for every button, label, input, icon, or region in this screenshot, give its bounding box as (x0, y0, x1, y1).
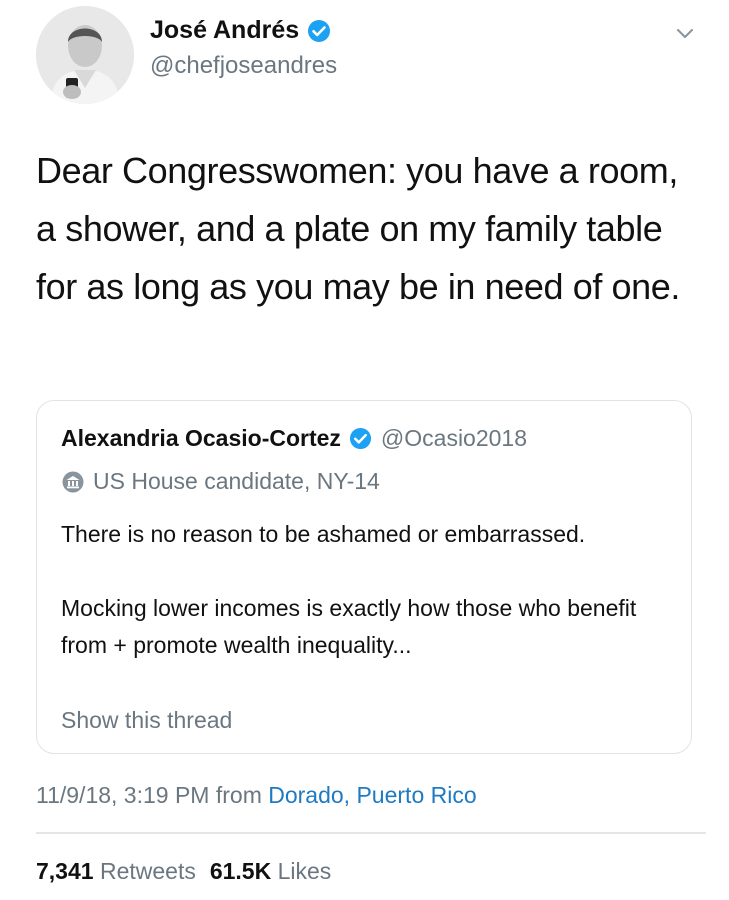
verified-badge-icon (307, 19, 331, 43)
likes-stat[interactable]: 61.5K Likes (210, 858, 331, 884)
retweets-label: Retweets (99, 858, 196, 884)
tweet-card: José Andrés @chefjoseandres Dear Congres… (0, 0, 729, 900)
quoted-paragraph-2: Mocking lower incomes is exactly how tho… (61, 595, 637, 658)
candidate-label-text: US House candidate, NY-14 (93, 468, 380, 494)
likes-label: Likes (277, 858, 332, 884)
author-name-text[interactable]: José Andrés (150, 16, 299, 45)
chevron-down-icon[interactable] (670, 22, 700, 46)
author-name[interactable]: José Andrés (150, 16, 331, 45)
verified-badge-icon (349, 427, 373, 451)
timestamp-text[interactable]: 11/9/18, 3:19 PM from (36, 782, 262, 808)
show-thread-link[interactable]: Show this thread (61, 707, 232, 734)
engagement-stats: 7,341 Retweets 61.5K Likes (36, 858, 331, 885)
quoted-author-name: Alexandria Ocasio-Cortez (61, 425, 341, 451)
author-handle[interactable]: @chefjoseandres (150, 52, 337, 80)
quoted-paragraph-1: There is no reason to be ashamed or emba… (61, 521, 586, 547)
tweet-timestamp: 11/9/18, 3:19 PM from Dorado, Puerto Ric… (36, 782, 477, 809)
tweet-text: Dear Congresswomen: you have a room, a s… (36, 150, 681, 307)
divider (36, 832, 706, 834)
quoted-tweet[interactable]: Alexandria Ocasio-Cortez @Ocasio2018 US … (36, 400, 692, 754)
quoted-author-handle: @Ocasio2018 (380, 425, 528, 451)
avatar[interactable] (36, 6, 134, 104)
location-link[interactable]: Dorado, Puerto Rico (268, 782, 476, 808)
likes-count: 61.5K (209, 858, 272, 884)
retweets-count: 7,341 (36, 858, 94, 884)
avatar-image (36, 6, 134, 104)
quoted-tweet-text: There is no reason to be ashamed or emba… (61, 516, 681, 664)
quoted-tweet-header: Alexandria Ocasio-Cortez @Ocasio2018 (61, 425, 527, 452)
retweets-stat[interactable]: 7,341 Retweets (36, 858, 196, 884)
candidate-label: US House candidate, NY-14 (61, 468, 380, 495)
government-building-icon (61, 470, 85, 494)
